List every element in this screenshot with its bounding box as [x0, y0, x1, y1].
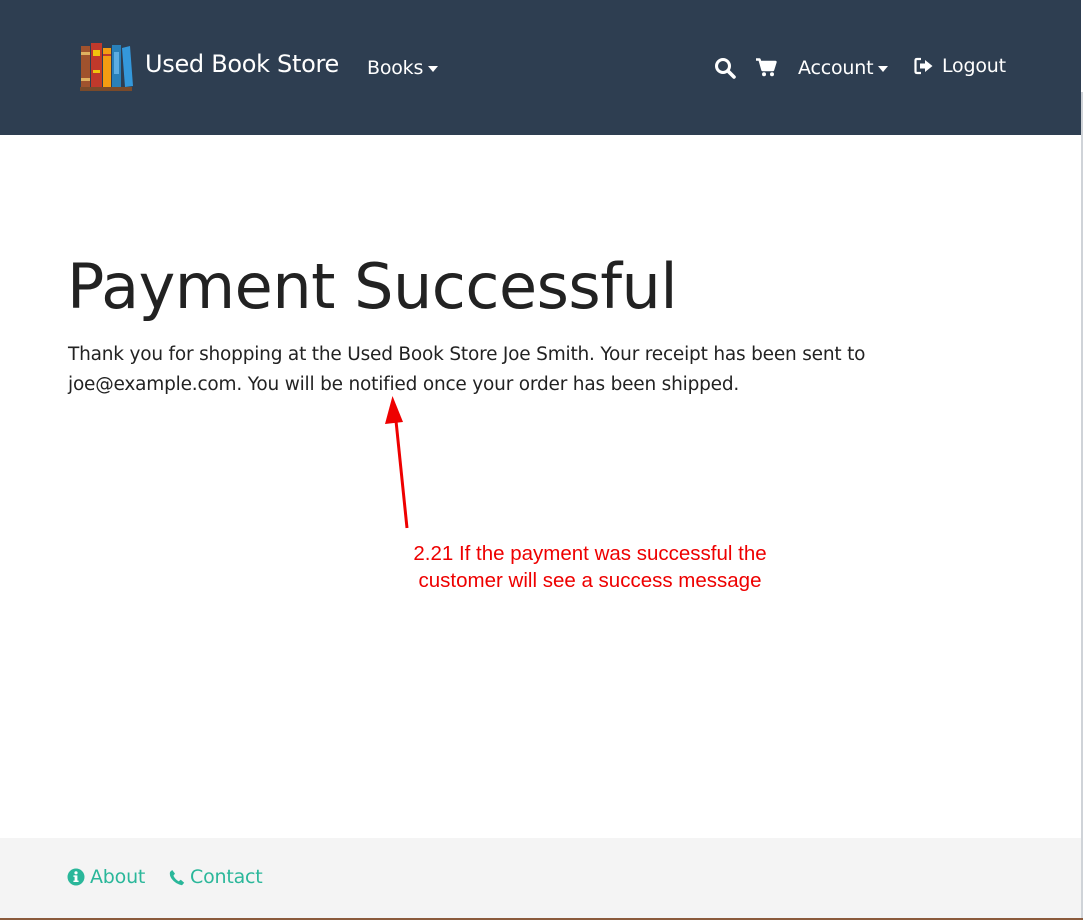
annotation-arrow [385, 396, 409, 529]
logout-icon [914, 57, 933, 75]
account-label: Account [798, 57, 874, 79]
cart-icon[interactable] [756, 58, 777, 77]
account-dropdown[interactable]: Account [798, 57, 889, 79]
top-navbar: Used Book Store Books Account Logout [0, 0, 1081, 135]
about-label: About [90, 866, 146, 888]
books-dropdown[interactable]: Books [367, 57, 439, 79]
logout-link[interactable]: Logout [914, 55, 1006, 77]
contact-link[interactable]: Contact [169, 866, 263, 888]
chevron-down-icon [878, 65, 889, 72]
brand-link[interactable]: Used Book Store [78, 40, 339, 92]
contact-label: Contact [190, 866, 263, 888]
annotation-note: 2.21 If the payment was successful the c… [413, 542, 767, 592]
page-footer [0, 838, 1081, 918]
page-title: Payment Successful [67, 250, 678, 323]
books-label: Books [367, 57, 424, 79]
brand-name: Used Book Store [145, 50, 339, 78]
phone-icon [169, 869, 185, 885]
info-circle-icon [67, 868, 85, 886]
confirmation-message: Thank you for shopping at the Used Book … [68, 344, 866, 395]
books-logo-icon [80, 43, 133, 91]
search-icon[interactable] [714, 57, 736, 79]
chevron-down-icon [428, 65, 439, 72]
about-link[interactable]: About [67, 866, 145, 888]
logout-label: Logout [942, 55, 1006, 77]
